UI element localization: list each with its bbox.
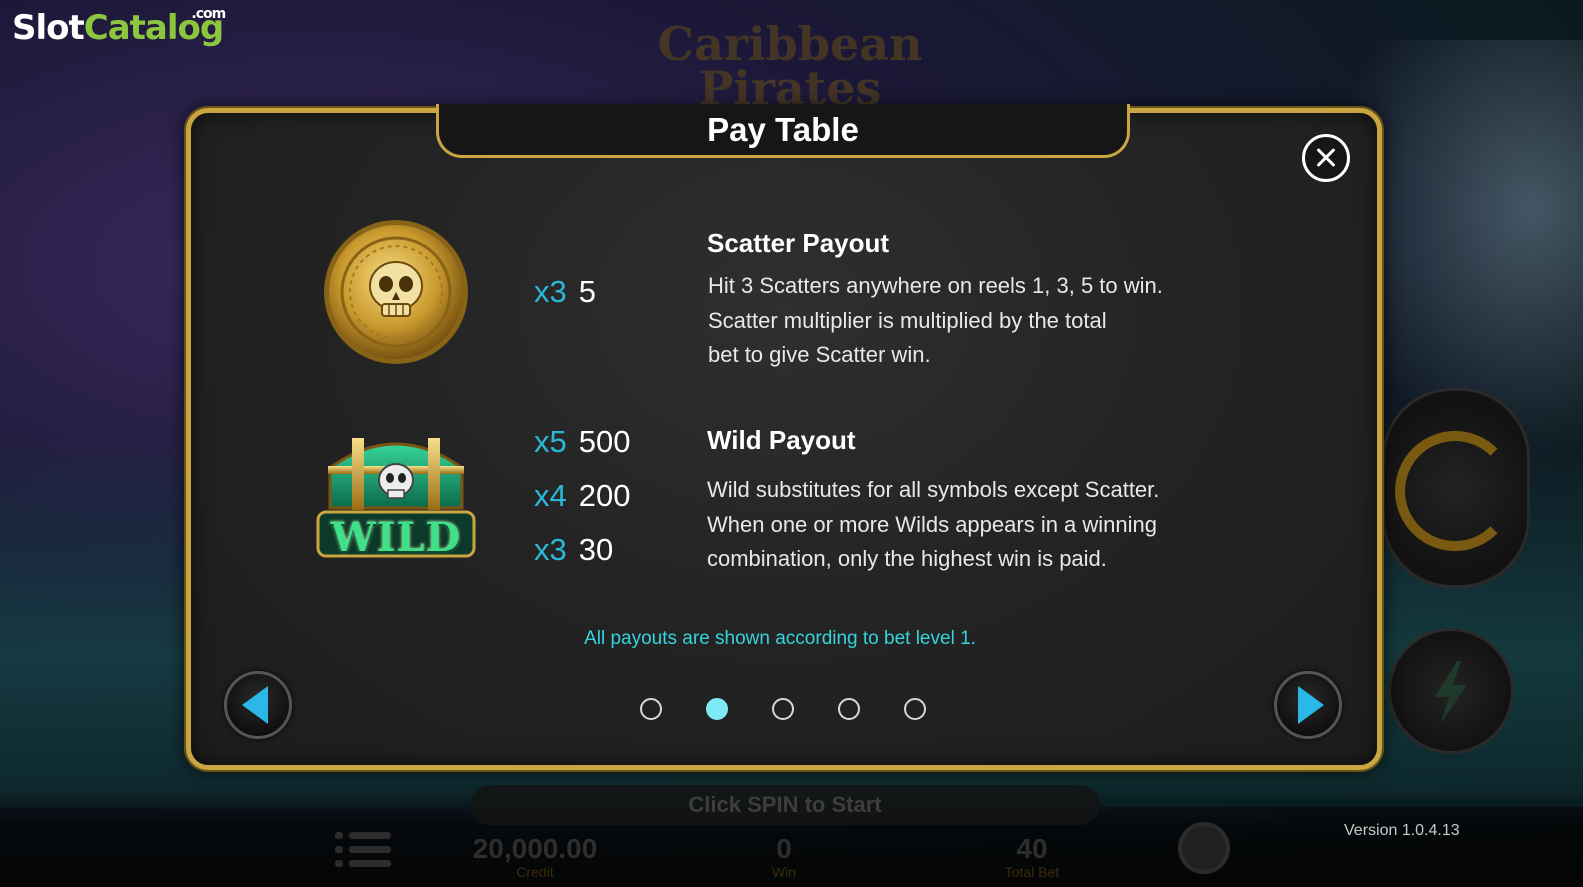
payout-value: 5 [578, 274, 596, 309]
arrow-left-icon [242, 686, 268, 724]
close-button[interactable] [1302, 134, 1350, 182]
wild-heading: Wild Payout [707, 425, 856, 455]
wild-description: Wild substitutes for all symbols except … [707, 473, 1247, 577]
wild-payout-row-3: x3 30 [534, 532, 613, 568]
credit-value: 20,000.00 [472, 833, 598, 864]
payout-value: 200 [578, 478, 631, 513]
scatter-heading: Scatter Payout [707, 228, 890, 258]
wild-line-2: When one or more Wilds appears in a winn… [707, 511, 1158, 537]
turbo-button[interactable] [1388, 628, 1514, 754]
win-value: 0 [776, 833, 792, 864]
page-dot-1[interactable] [640, 698, 662, 720]
lightning-icon [1435, 661, 1467, 723]
spin-arrow-icon [1395, 431, 1515, 551]
game-logo-line1: Caribbean [657, 17, 923, 71]
page-dot-2[interactable] [706, 698, 728, 720]
total-bet-value: 40 [1016, 833, 1048, 864]
arrow-right-icon [1298, 686, 1324, 724]
scatter-line-3: bet to give Scatter win. [708, 342, 931, 367]
wild-symbol-text: WILD [330, 514, 462, 561]
click-spin-prompt: Click SPIN to Start [470, 785, 1100, 825]
credit-label: Credit [516, 864, 554, 880]
payout-value: 500 [578, 424, 631, 459]
scatter-line-2: Scatter multiplier is multiplied by the … [708, 307, 1107, 333]
wild-line-3: combination, only the highest win is pai… [707, 546, 1107, 571]
scatter-description: Hit 3 Scatters anywhere on reels 1, 3, 5… [708, 269, 1248, 373]
payout-multiplier: x3 [534, 532, 567, 567]
page-dot-3[interactable] [772, 698, 794, 720]
page-dot-5[interactable] [904, 698, 926, 720]
game-logo: Caribbean Pirates [640, 17, 940, 111]
paytable-title: Pay Table [436, 104, 1130, 158]
payout-multiplier: x3 [534, 274, 567, 309]
version-text: Version 1.0.4.13 [1344, 822, 1460, 839]
next-page-button[interactable] [1274, 671, 1342, 739]
payout-multiplier: x4 [534, 478, 567, 513]
page-dot-4[interactable] [838, 698, 860, 720]
bet-level-note: All payouts are shown according to bet l… [584, 628, 976, 649]
previous-page-button[interactable] [224, 671, 292, 739]
payout-multiplier: x5 [534, 424, 567, 459]
total-bet-label: Total Bet [1004, 864, 1060, 880]
wild-line-1: Wild substitutes for all symbols except … [707, 477, 1160, 502]
bet-chip-button[interactable] [1178, 822, 1230, 874]
scatter-line-1: Hit 3 Scatters anywhere on reels 1, 3, 5… [708, 273, 1163, 298]
spin-button[interactable] [1382, 388, 1530, 588]
watermark-com: .com [191, 6, 226, 22]
menu-button[interactable] [335, 830, 391, 868]
slotcatalog-watermark: SlotCatalog .com [12, 6, 226, 48]
payout-value: 30 [578, 532, 614, 567]
skull-coin-icon [322, 218, 470, 371]
watermark-slot: Slot [12, 8, 85, 48]
wild-chest-icon: WILD [308, 428, 484, 569]
scatter-payout-row: x3 5 [534, 274, 596, 310]
win-label: Win [771, 864, 797, 880]
wild-payout-row-2: x4 200 [534, 478, 630, 514]
wild-payout-row-1: x5 500 [534, 424, 630, 460]
